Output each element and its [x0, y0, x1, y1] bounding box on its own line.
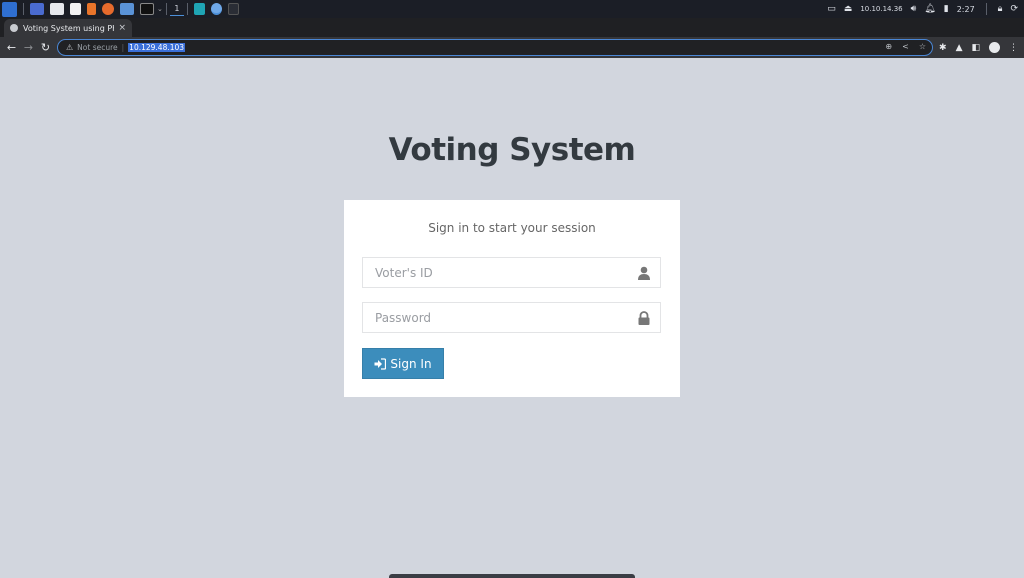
clock: 2:27 [956, 4, 975, 14]
sign-in-icon [374, 357, 387, 370]
password-input[interactable] [363, 303, 660, 332]
back-button[interactable]: ← [3, 41, 20, 54]
terminal-dropdown-icon[interactable]: ⌄ [157, 5, 163, 13]
menu-kebab-icon[interactable]: ⋮ [1009, 43, 1018, 53]
kali-menu-icon[interactable] [2, 1, 17, 17]
battery-icon: ▮ [943, 4, 949, 14]
screenshot-tool-icon[interactable] [120, 3, 134, 15]
reload-button[interactable]: ↻ [37, 41, 54, 54]
tab-close-icon[interactable]: × [118, 23, 126, 33]
burpsuite-icon[interactable] [87, 3, 96, 15]
taskbar-separator [23, 3, 24, 15]
user-icon [638, 266, 650, 280]
taskbar-separator [186, 3, 188, 15]
profile-avatar[interactable] [989, 42, 1000, 53]
vpn-icon: ⏏ [843, 4, 853, 14]
login-box-message: Sign in to start your session [428, 221, 596, 235]
file-manager-icon[interactable] [50, 3, 64, 15]
lock-screen-icon[interactable]: 🔒︎ [998, 4, 1003, 14]
firefox-icon[interactable] [102, 3, 114, 15]
os-taskbar: ⌄ 1 ▭ ⏏ 10.10.14.36 🔊︎ 🔔︎ ▮ 2:27 🔒︎ ⟳ [0, 0, 1024, 18]
sign-in-button[interactable]: Sign In [362, 348, 444, 379]
text-editor-icon[interactable] [70, 3, 81, 15]
lock-icon [638, 311, 650, 325]
ip-address: 10.10.14.36 [860, 5, 903, 13]
security-label[interactable]: Not secure [77, 43, 117, 52]
share-icon[interactable]: < [902, 42, 909, 51]
bookmark-star-icon[interactable]: ☆ [919, 42, 926, 51]
bottom-dock-handle[interactable] [389, 574, 635, 578]
lab-icon[interactable]: ▲ [956, 43, 963, 53]
terminal-icon[interactable] [140, 3, 154, 15]
show-desktop-icon[interactable] [30, 3, 44, 15]
taskbar-separator [165, 3, 167, 15]
display-icon[interactable]: ▭ [827, 4, 836, 14]
globe-icon [10, 24, 18, 32]
browser-tab-strip: Voting System using PHP × + ⌄ ✕ [0, 18, 1024, 52]
address-divider: | [121, 43, 125, 52]
page-title: Voting System [388, 132, 636, 168]
workspace-switcher[interactable]: 1 [169, 2, 184, 16]
zoom-icon[interactable]: ⊕ [885, 42, 892, 51]
forward-button[interactable]: → [20, 41, 37, 54]
browser-toolbar: ← → ↻ ⚠ Not secure | 10.129.48.103 ⊕ < ☆… [0, 37, 1024, 58]
tab-title: Voting System using PHP [23, 23, 115, 33]
voter-id-input[interactable] [363, 258, 660, 287]
password-field[interactable] [362, 302, 661, 333]
taskbar-separator [985, 3, 987, 15]
address-bar[interactable]: ⚠ Not secure | 10.129.48.103 ⊕ < ☆ [57, 39, 933, 56]
sign-in-label: Sign In [390, 356, 432, 371]
url-text[interactable]: 10.129.48.103 [128, 43, 186, 52]
volume-icon[interactable]: 🔊︎ [911, 4, 917, 14]
warning-icon[interactable]: ⚠ [66, 43, 73, 52]
tab-voting-system[interactable]: Voting System using PHP × [4, 19, 132, 37]
page-content: Voting System Sign in to start your sess… [0, 58, 1024, 576]
voter-id-field[interactable] [362, 257, 661, 288]
login-box: Sign in to start your session Sign In [344, 200, 680, 397]
extensions-icon[interactable]: ✱ [939, 43, 947, 53]
notification-bell-icon[interactable]: 🔔︎ [924, 4, 935, 14]
terminal-window-icon[interactable] [227, 3, 239, 15]
logout-icon[interactable]: ⟳ [1010, 4, 1018, 14]
app-window-icon[interactable] [193, 3, 205, 15]
chromium-window-icon[interactable] [210, 3, 222, 15]
side-panel-icon[interactable]: ◧ [971, 43, 980, 53]
